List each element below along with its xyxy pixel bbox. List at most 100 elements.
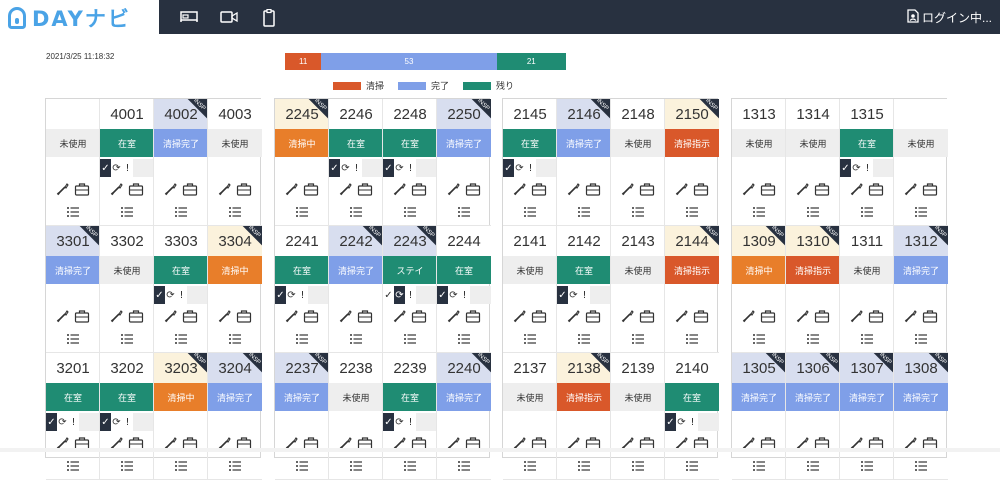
- brush-icon[interactable]: [110, 308, 124, 327]
- list-icon[interactable]: [275, 455, 328, 477]
- room-status-badge[interactable]: 未使用: [611, 383, 664, 411]
- room-card[interactable]: 未使用: [894, 99, 948, 226]
- room-status-badge[interactable]: 清掃完了: [437, 383, 491, 411]
- brush-icon[interactable]: [796, 181, 810, 200]
- room-card[interactable]: 1311 未使用: [840, 226, 894, 353]
- alert-icon[interactable]: !: [862, 159, 873, 177]
- room-status-badge[interactable]: 清掃完了: [46, 256, 99, 284]
- room-status-badge[interactable]: ステイ: [383, 256, 436, 284]
- list-icon[interactable]: [154, 328, 207, 350]
- list-icon[interactable]: [665, 455, 719, 477]
- briefcase-icon[interactable]: [868, 181, 884, 200]
- list-icon[interactable]: [383, 455, 436, 477]
- brush-icon[interactable]: [742, 181, 756, 200]
- room-card[interactable]: 2242 INSP 清掃完了: [329, 226, 383, 353]
- briefcase-icon[interactable]: [357, 308, 373, 327]
- room-status-badge[interactable]: 清掃中: [154, 383, 207, 411]
- list-icon[interactable]: [46, 455, 99, 477]
- list-icon[interactable]: [611, 201, 664, 223]
- brush-icon[interactable]: [56, 308, 70, 327]
- brush-icon[interactable]: [850, 308, 864, 327]
- room-card[interactable]: 2150 INSP 清掃指示: [665, 99, 719, 226]
- room-card[interactable]: 2140 在室 ✓ ⟳!: [665, 353, 719, 480]
- room-status-badge[interactable]: 清掃中: [208, 256, 262, 284]
- room-card[interactable]: 2248 在室 ✓ ⟳!: [383, 99, 437, 226]
- room-status-badge[interactable]: 在室: [557, 256, 610, 284]
- room-status-badge[interactable]: 清掃完了: [154, 129, 207, 157]
- room-status-badge[interactable]: 未使用: [46, 129, 99, 157]
- room-card[interactable]: 3201 在室 ✓ ⟳!: [46, 353, 100, 480]
- list-icon[interactable]: [503, 201, 556, 223]
- briefcase-icon[interactable]: [639, 181, 655, 200]
- sync-icon[interactable]: ⟳: [111, 413, 122, 431]
- room-status-badge[interactable]: 未使用: [611, 129, 664, 157]
- room-card[interactable]: 4002 INSP 清掃完了: [154, 99, 208, 226]
- room-status-badge[interactable]: 清掃指示: [557, 383, 610, 411]
- alert-icon[interactable]: !: [405, 413, 416, 431]
- room-status-badge[interactable]: 未使用: [840, 256, 893, 284]
- brush-icon[interactable]: [567, 181, 581, 200]
- room-card[interactable]: 2142 在室 ✓ ⟳!: [557, 226, 611, 353]
- list-icon[interactable]: [503, 328, 556, 350]
- brush-icon[interactable]: [850, 181, 864, 200]
- briefcase-icon[interactable]: [411, 308, 427, 327]
- room-status-badge[interactable]: 清掃指示: [665, 129, 719, 157]
- alert-icon[interactable]: !: [579, 286, 590, 304]
- sync-icon[interactable]: ⟳: [514, 159, 525, 177]
- alert-icon[interactable]: !: [68, 413, 79, 431]
- briefcase-icon[interactable]: [531, 181, 547, 200]
- brush-icon[interactable]: [110, 181, 124, 200]
- brush-icon[interactable]: [285, 181, 299, 200]
- brush-icon[interactable]: [285, 308, 299, 327]
- briefcase-icon[interactable]: [236, 308, 252, 327]
- room-card[interactable]: 2241 在室 ✓ ⟳!: [275, 226, 329, 353]
- list-icon[interactable]: [894, 328, 948, 350]
- list-icon[interactable]: [100, 328, 153, 350]
- list-icon[interactable]: [329, 328, 382, 350]
- room-status-badge[interactable]: 未使用: [786, 129, 839, 157]
- list-icon[interactable]: [894, 455, 948, 477]
- room-status-badge[interactable]: 未使用: [503, 383, 556, 411]
- room-status-badge[interactable]: 清掃完了: [840, 383, 893, 411]
- check-icon[interactable]: ✓: [437, 286, 448, 304]
- briefcase-icon[interactable]: [465, 308, 481, 327]
- briefcase-icon[interactable]: [922, 181, 938, 200]
- room-status-badge[interactable]: 未使用: [611, 256, 664, 284]
- brush-icon[interactable]: [164, 308, 178, 327]
- room-card[interactable]: 4001 在室 ✓ ⟳!: [100, 99, 154, 226]
- alert-icon[interactable]: !: [122, 413, 133, 431]
- sync-icon[interactable]: ⟳: [57, 413, 68, 431]
- room-card[interactable]: 1307 INSP 清掃完了: [840, 353, 894, 480]
- briefcase-icon[interactable]: [814, 181, 830, 200]
- brush-icon[interactable]: [513, 181, 527, 200]
- list-icon[interactable]: [557, 455, 610, 477]
- room-status-badge[interactable]: 清掃指示: [665, 256, 719, 284]
- check-icon[interactable]: ✓: [46, 413, 57, 431]
- check-icon[interactable]: ✓: [383, 159, 394, 177]
- list-icon[interactable]: [840, 455, 893, 477]
- brush-icon[interactable]: [164, 181, 178, 200]
- briefcase-icon[interactable]: [128, 308, 144, 327]
- room-status-badge[interactable]: 清掃完了: [732, 383, 785, 411]
- room-status-badge[interactable]: 在室: [154, 256, 207, 284]
- video-camera-icon[interactable]: [219, 9, 239, 25]
- room-card[interactable]: 1315 在室 ✓ ⟳!: [840, 99, 894, 226]
- room-status-badge[interactable]: 在室: [383, 383, 436, 411]
- list-icon[interactable]: [732, 328, 785, 350]
- list-icon[interactable]: [154, 201, 207, 223]
- room-card[interactable]: 2250 INSP 清掃完了: [437, 99, 491, 226]
- room-status-badge[interactable]: 清掃完了: [786, 383, 839, 411]
- room-status-badge[interactable]: 在室: [665, 383, 719, 411]
- room-card[interactable]: 4003 未使用: [208, 99, 262, 226]
- list-icon[interactable]: [665, 328, 719, 350]
- sync-icon[interactable]: ⟳: [394, 413, 405, 431]
- list-icon[interactable]: [437, 455, 491, 477]
- room-status-badge[interactable]: 在室: [503, 129, 556, 157]
- room-status-badge[interactable]: 未使用: [208, 129, 262, 157]
- room-card[interactable]: 2244 在室 ✓ ⟳!: [437, 226, 491, 353]
- brush-icon[interactable]: [904, 308, 918, 327]
- briefcase-icon[interactable]: [585, 181, 601, 200]
- sync-icon[interactable]: ⟳: [568, 286, 579, 304]
- sync-icon[interactable]: ⟳: [448, 286, 459, 304]
- room-card[interactable]: 1306 INSP 清掃完了: [786, 353, 840, 480]
